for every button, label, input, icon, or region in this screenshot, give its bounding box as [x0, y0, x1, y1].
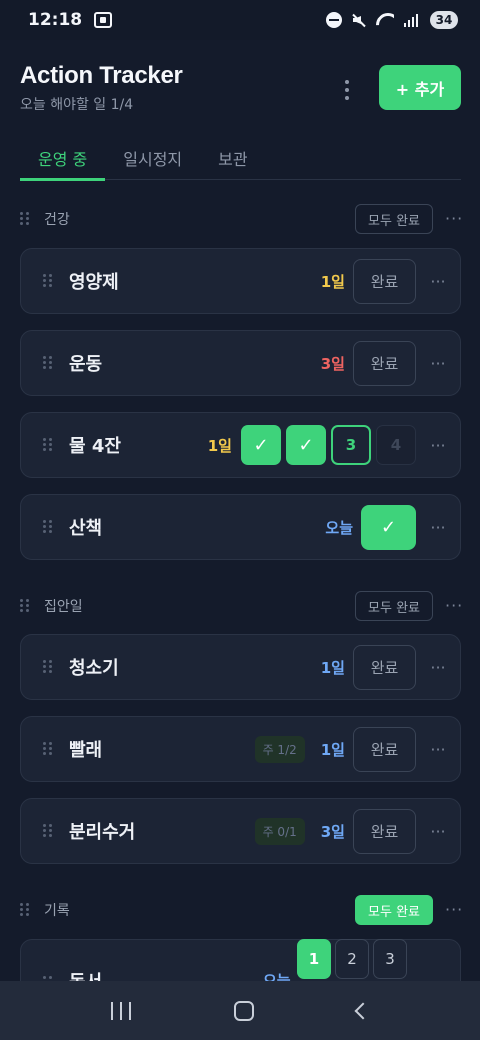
home-icon[interactable]	[233, 1000, 254, 1021]
streak-label: 1일	[320, 740, 345, 759]
app-header: Action Tracker 오늘 해야할 일 1/4	[20, 62, 183, 114]
habit-title: 물 4잔	[69, 436, 121, 457]
more-icon[interactable]: ···	[430, 658, 446, 677]
section-header-health: 건강 모두 완료 ···	[20, 203, 462, 235]
tab-active[interactable]: 운영 중	[20, 138, 106, 181]
step-pending[interactable]: 2	[335, 939, 369, 979]
system-nav-bar	[0, 981, 480, 1040]
habit-card[interactable]: 영양제 1일 완료 ···	[20, 248, 461, 314]
status-bar: 12:18 34	[0, 0, 480, 40]
status-time: 12:18	[28, 10, 83, 30]
section-header-records: 기록 모두 완료 ···	[20, 894, 462, 926]
habit-title: 청소기	[69, 658, 119, 679]
habit-title: 분리수거	[69, 822, 136, 843]
drag-handle-icon[interactable]	[43, 660, 53, 674]
complete-button[interactable]: 완료	[353, 340, 416, 386]
habit-title: 산책	[69, 518, 103, 539]
habit-card[interactable]: 운동 3일 완료 ···	[20, 330, 461, 396]
more-icon[interactable]: ···	[430, 518, 446, 537]
drag-handle-icon[interactable]	[20, 212, 30, 226]
more-icon[interactable]: ···	[445, 598, 462, 614]
complete-all-button[interactable]: 모두 완료	[355, 204, 433, 234]
section-label: 집안일	[44, 599, 83, 615]
streak-label: 1일	[207, 436, 232, 455]
more-icon[interactable]: ···	[430, 436, 446, 455]
step-done-check[interactable]: ✓	[286, 425, 326, 465]
mute-icon	[352, 13, 366, 27]
section-label: 기록	[44, 903, 70, 919]
battery-indicator: 34	[430, 11, 458, 29]
do-not-disturb-icon	[326, 12, 342, 28]
step-done[interactable]: 1	[297, 939, 331, 979]
more-icon[interactable]: ···	[445, 211, 462, 227]
step-pending[interactable]: 4	[376, 425, 416, 465]
complete-button[interactable]: 완료	[353, 808, 416, 854]
completed-check-button[interactable]: ✓	[361, 504, 416, 550]
signal-icon	[404, 13, 420, 27]
drag-handle-icon[interactable]	[43, 824, 53, 838]
streak-label: 1일	[320, 658, 345, 677]
complete-all-button[interactable]: 모두 완료	[355, 591, 433, 621]
more-icon[interactable]: ···	[430, 822, 446, 841]
complete-button[interactable]: 완료	[353, 644, 416, 690]
habit-title: 운동	[69, 354, 103, 375]
habit-card[interactable]: 청소기 1일 완료 ···	[20, 634, 461, 700]
habit-title: 영양제	[69, 272, 119, 293]
habit-card[interactable]: 빨래 주 1/2 1일 완료 ···	[20, 716, 461, 782]
tab-paused[interactable]: 일시정지	[105, 138, 200, 180]
drag-handle-icon[interactable]	[43, 520, 53, 534]
back-icon[interactable]	[354, 1002, 372, 1019]
step-group: 1 2 3	[293, 939, 407, 979]
streak-label: 1일	[320, 272, 345, 291]
drag-handle-icon[interactable]	[20, 599, 30, 613]
today-progress: 오늘 해야할 일 1/4	[20, 97, 134, 113]
overflow-menu-icon[interactable]	[340, 80, 354, 100]
section-label: 건강	[44, 212, 70, 228]
complete-button[interactable]: 완료	[353, 726, 416, 772]
habit-card[interactable]: 물 4잔 1일 ✓ ✓ 3 4 ···	[20, 412, 461, 478]
more-icon[interactable]: ···	[430, 740, 446, 759]
habit-title: 빨래	[69, 740, 103, 761]
drag-handle-icon[interactable]	[20, 903, 30, 917]
weekly-badge: 주 0/1	[254, 817, 305, 845]
streak-label: 3일	[320, 822, 345, 841]
section-header-chores: 집안일 모두 완료 ···	[20, 590, 462, 622]
drag-handle-icon[interactable]	[43, 356, 53, 370]
habit-card[interactable]: 분리수거 주 0/1 3일 완료 ···	[20, 798, 461, 864]
step-done-check[interactable]: ✓	[241, 425, 281, 465]
wifi-icon	[376, 13, 394, 27]
app-title: Action Tracker	[20, 62, 183, 89]
habit-card[interactable]: 산책 오늘 ✓ ···	[20, 494, 461, 560]
drag-handle-icon[interactable]	[43, 274, 53, 288]
add-button[interactable]: + 추가	[379, 65, 461, 110]
recent-apps-icon[interactable]	[111, 1001, 132, 1020]
more-icon[interactable]: ···	[430, 354, 446, 373]
drag-handle-icon[interactable]	[43, 438, 53, 452]
step-pending[interactable]: 3	[373, 939, 407, 979]
streak-label: 오늘	[325, 518, 353, 537]
tab-archived[interactable]: 보관	[200, 138, 265, 180]
streak-label: 3일	[320, 354, 345, 373]
step-current[interactable]: 3	[331, 425, 371, 465]
complete-all-button[interactable]: 모두 완료	[355, 895, 433, 925]
weekly-badge: 주 1/2	[254, 735, 305, 763]
more-icon[interactable]: ···	[445, 902, 462, 918]
screenshot-icon	[94, 12, 113, 28]
more-icon[interactable]: ···	[430, 272, 446, 291]
complete-button[interactable]: 완료	[353, 258, 416, 304]
drag-handle-icon[interactable]	[43, 742, 53, 756]
tab-bar: 운영 중 일시정지 보관	[20, 138, 461, 181]
